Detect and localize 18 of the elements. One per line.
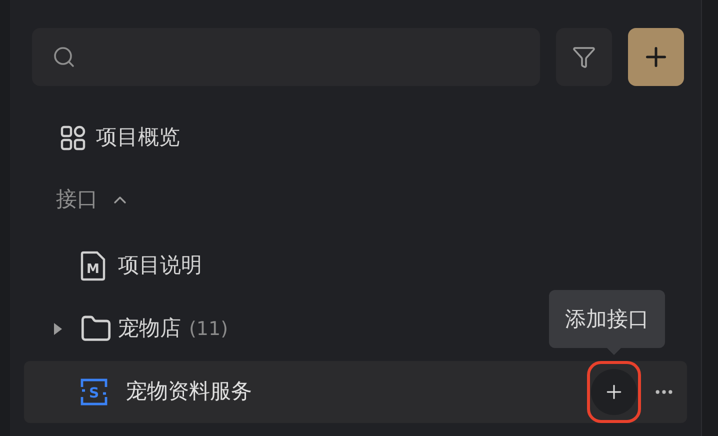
nav-label: 项目概览 — [96, 124, 180, 152]
tree-item[interactable]: 宠物店 (11) — [24, 298, 240, 360]
grid-icon — [60, 125, 86, 151]
section-label: 接口 — [56, 186, 98, 214]
add-button[interactable] — [587, 361, 641, 423]
tooltip: 添加接口 — [549, 290, 665, 348]
filter-button[interactable] — [556, 28, 612, 86]
filter-icon — [572, 45, 596, 69]
tooltip-arrow — [607, 348, 621, 355]
markdown-file-icon: M — [80, 251, 106, 281]
add-button[interactable] — [628, 28, 684, 86]
item-label: 项目说明 — [118, 252, 202, 280]
item-label: 宠物资料服务 — [126, 378, 252, 406]
item-label: 宠物店 — [118, 315, 181, 342]
item-count: (11) — [189, 316, 228, 342]
search-icon — [52, 45, 76, 69]
search-field[interactable] — [32, 28, 540, 86]
caret-right-icon[interactable] — [52, 322, 64, 336]
